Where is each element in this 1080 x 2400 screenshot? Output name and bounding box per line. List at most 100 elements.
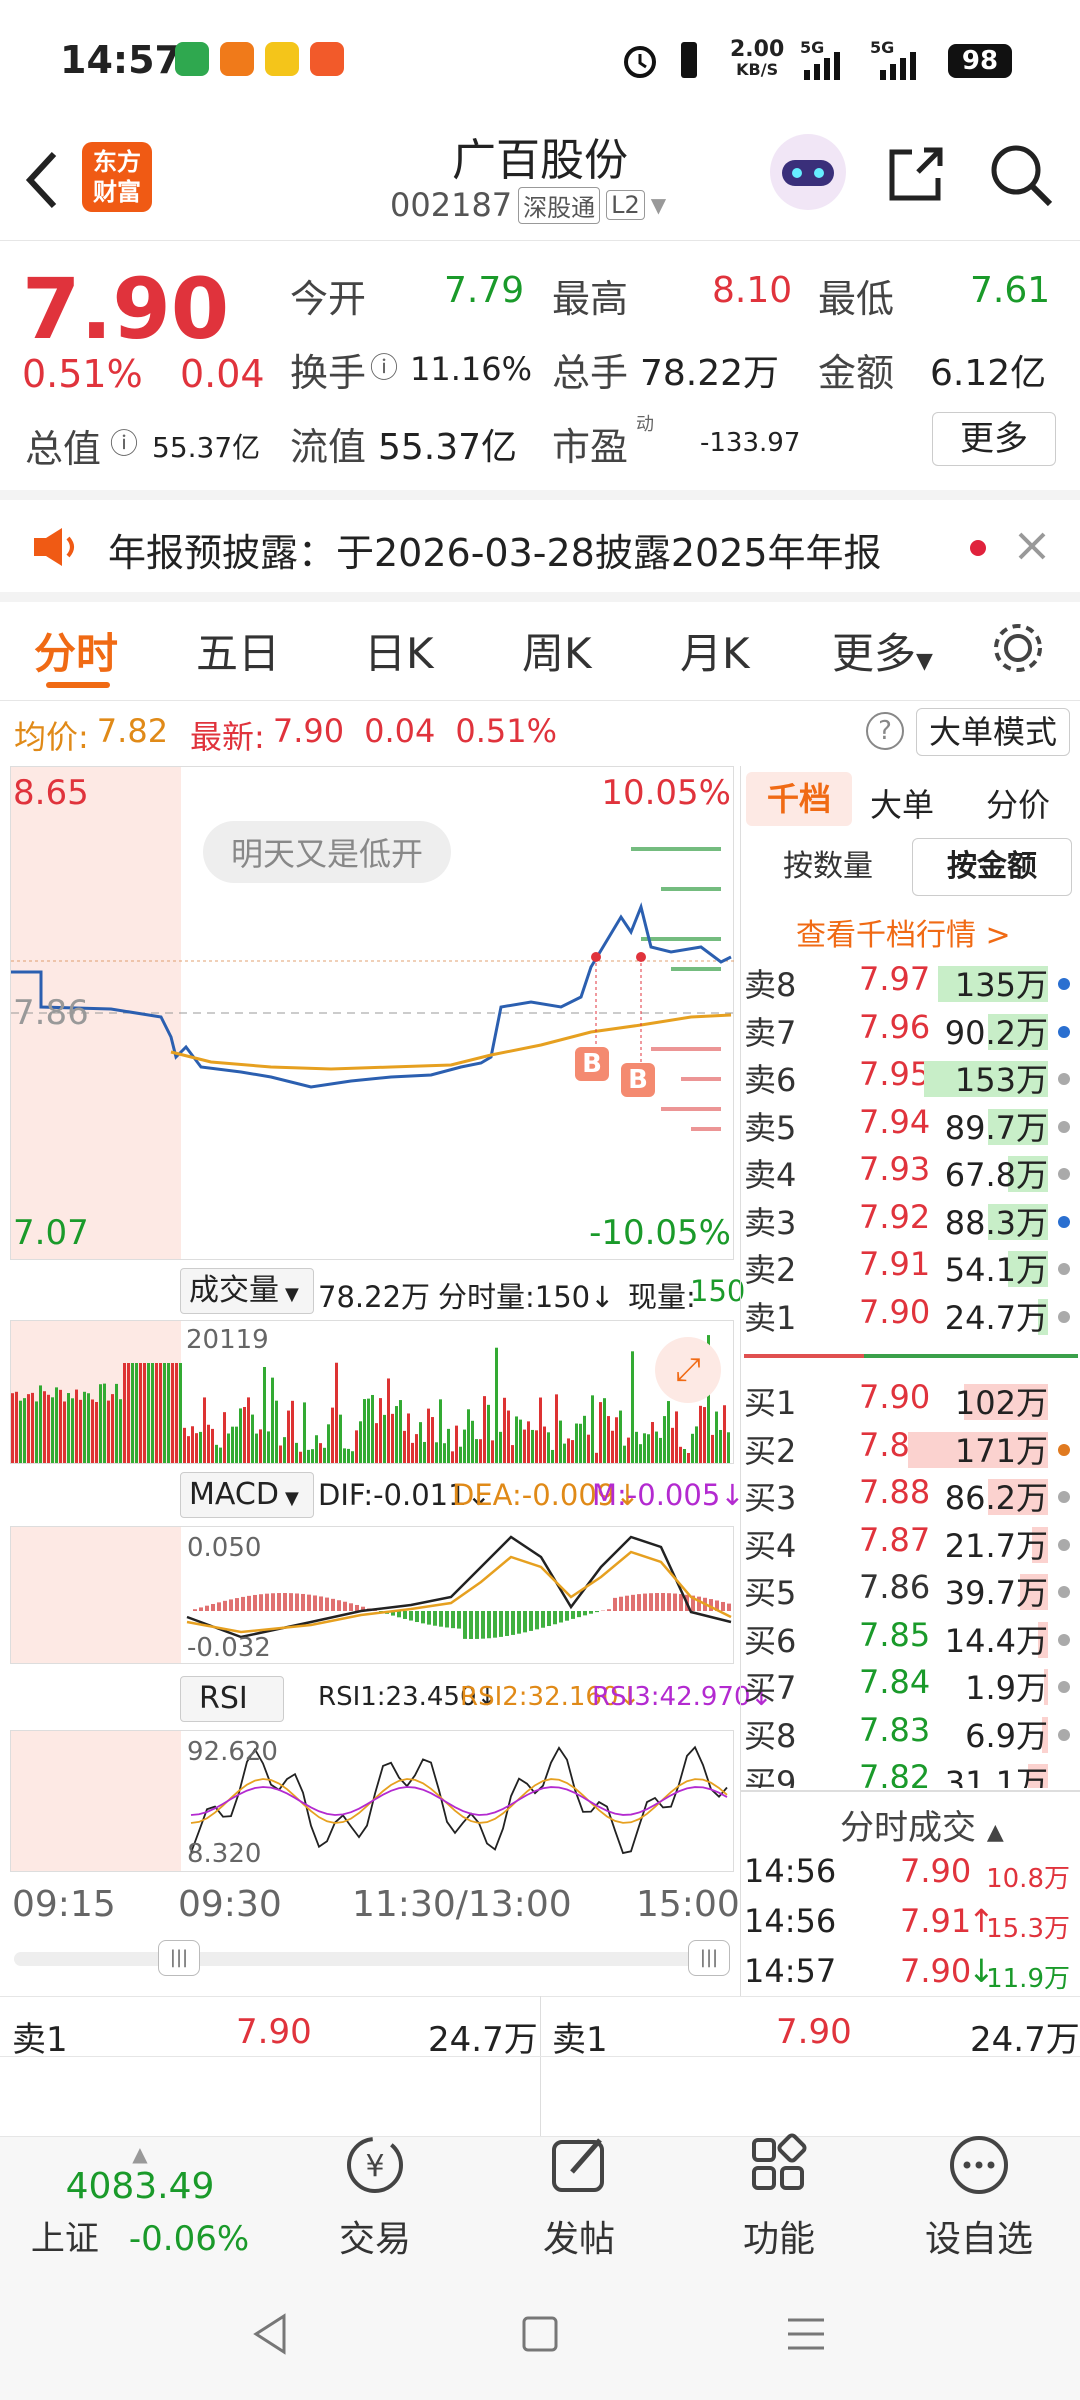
trade-volume: 15.3万 [986, 1914, 1070, 1944]
bid-volume: 1.9万 [965, 1669, 1048, 1707]
ask-row[interactable]: 卖7 7.96 90.2万 [744, 1008, 1078, 1056]
view-depth-link[interactable]: 查看千档行情 > [796, 910, 1011, 954]
ask-row[interactable]: 卖4 7.93 67.8万 [744, 1150, 1078, 1198]
bid-dot [1058, 1538, 1070, 1551]
bid-row[interactable]: 买3 7.88 86.2万 [744, 1473, 1078, 1521]
tab-daily[interactable]: 日K [364, 620, 434, 681]
indicator-selector-rsi[interactable]: RSI [180, 1676, 284, 1722]
index-ticker[interactable]: ▲ 4083.49 上证 -0.06% [0, 2142, 280, 2260]
bid-row[interactable]: 买4 7.87 21.7万 [744, 1521, 1078, 1569]
volume-chart[interactable]: 20119 ⤢ [10, 1320, 734, 1464]
system-back-icon[interactable] [250, 2312, 290, 2356]
bid-row[interactable]: 买5 7.86 39.7万 [744, 1568, 1078, 1616]
ask-price: 7.95 [859, 1055, 931, 1093]
macd-chart[interactable]: 0.050 -0.032 [10, 1526, 734, 1664]
bottom-ask-vol-right: 24.7万 [970, 2020, 1080, 2060]
share-icon[interactable] [884, 142, 948, 206]
ask-row[interactable]: 卖1 7.90 24.7万 [744, 1293, 1078, 1341]
buy-marker[interactable]: B [621, 1063, 655, 1097]
system-menu-icon[interactable] [784, 2314, 828, 2354]
nav-functions[interactable]: 功能 [694, 2130, 864, 2262]
side-tab-depth[interactable]: 千档 [746, 772, 852, 826]
bid-volume: 39.7万 [944, 1574, 1048, 1612]
bid-label: 买6 [744, 1621, 797, 1660]
close-icon[interactable] [1016, 530, 1048, 562]
selector-label: 成交量 [189, 1273, 279, 1308]
help-icon[interactable]: ? [866, 712, 904, 750]
mktcap-label: 总值 [25, 427, 102, 471]
ask-dot [1058, 1073, 1070, 1085]
bid-volume: 102万 [954, 1384, 1048, 1422]
rsi-chart[interactable]: 92.620 8.320 [10, 1730, 734, 1872]
bid-row[interactable]: 买7 7.84 1.9万 [744, 1663, 1078, 1711]
tab-five-day[interactable]: 五日 [196, 620, 280, 681]
indicator-selector-macd[interactable]: MACD ▼ [180, 1472, 314, 1518]
macd-m: M:-0.005↓ [592, 1478, 745, 1512]
range-slider-track[interactable] [14, 1952, 730, 1966]
bid-price: 7.86 [859, 1568, 931, 1606]
nav-watchlist[interactable]: 设自选 [894, 2130, 1064, 2262]
ask-row[interactable]: 卖3 7.92 88.3万 [744, 1198, 1078, 1246]
ask-row[interactable]: 卖2 7.91 54.1万 [744, 1245, 1078, 1293]
stock-subtitle: 002187 深股通 L2 ▼ [390, 186, 666, 224]
bid-label: 买7 [744, 1669, 797, 1707]
tip-bubble[interactable]: 明天又是低开 [203, 821, 452, 883]
ask-dot [1058, 1120, 1070, 1133]
trade-row: 14:57 7.90 ↓ 11.9万 [744, 1952, 1078, 2000]
signal-icon-1 [804, 52, 840, 80]
info-icon[interactable]: ⓘ [110, 422, 138, 462]
expand-icon[interactable]: ⤢ [655, 1337, 721, 1403]
bid-volume: 31.1万 [944, 1764, 1048, 1788]
nav-trade[interactable]: ¥ 交易 [290, 2130, 460, 2262]
bid-row[interactable]: 买2 7.89 171万 [744, 1426, 1078, 1474]
bid-row[interactable]: 买9 7.82 31.1万 [744, 1758, 1078, 1788]
volume-value: 78.22万 [640, 353, 780, 394]
robot-assistant-icon[interactable] [770, 134, 846, 210]
ask-label: 卖1 [744, 1298, 797, 1337]
rsi-max-label: 92.620 [187, 1737, 278, 1767]
chart-mid-price: 7.86 [13, 993, 89, 1033]
trade-volume: 11.9万 [986, 1964, 1070, 1994]
turnover-info-icon[interactable]: ⓘ [370, 346, 398, 386]
bottom-ask-price-left: 7.90 [236, 2012, 312, 2052]
chart-bottom-price: 7.07 [13, 1213, 89, 1253]
range-slider-left-handle[interactable]: ||| [158, 1940, 200, 1976]
tab-monthly[interactable]: 月K [680, 620, 750, 681]
notice-bar[interactable]: 年报预披露：于2026-03-28披露2025年年报 [0, 500, 1080, 592]
gear-icon[interactable] [990, 620, 1046, 676]
ask-volume: 153万 [954, 1061, 1048, 1099]
range-slider-right-handle[interactable]: ||| [688, 1940, 730, 1976]
ask-row[interactable]: 卖5 7.94 89.7万 [744, 1103, 1078, 1151]
stock-code: 002187 [390, 186, 513, 224]
trades-title[interactable]: 分时成交 ▲ [840, 1800, 1004, 1849]
more-button[interactable]: 更多 [932, 412, 1056, 466]
avg-value: 7.82 [96, 712, 169, 750]
bid-price: 7.84 [859, 1663, 931, 1701]
tab-more[interactable]: 更多▼ [832, 620, 933, 681]
notice-text: 年报预披露：于2026-03-28披露2025年年报 [108, 531, 882, 575]
bid-row[interactable]: 买1 7.90 102万 [744, 1378, 1078, 1426]
system-home-icon[interactable] [520, 2314, 560, 2354]
time-label-open: 09:15 [12, 1884, 116, 1925]
by-quantity-button[interactable]: 按数量 [746, 842, 910, 892]
ask-price: 7.96 [859, 1007, 931, 1046]
tab-intraday[interactable]: 分时 [34, 620, 118, 681]
intraday-chart[interactable]: 8.65 10.05% 7.86 7.07 -10.05% 明天又是低开 B B [10, 766, 735, 1260]
indicator-selector-volume[interactable]: 成交量 ▼ [180, 1268, 314, 1314]
search-icon[interactable] [988, 142, 1054, 208]
ask-row[interactable]: 卖6 7.95 153万 [744, 1055, 1078, 1103]
side-tab-big-orders[interactable]: 大单 [870, 780, 934, 826]
bid-row[interactable]: 买6 7.85 14.4万 [744, 1616, 1078, 1664]
buy-marker[interactable]: B [575, 1047, 609, 1081]
ask-row[interactable]: 卖8 7.97 135万 [744, 960, 1078, 1008]
trade-time: 14:56 [744, 1902, 837, 1940]
by-amount-button[interactable]: 按金额 [912, 838, 1072, 896]
nav-post[interactable]: 发帖 [494, 2130, 664, 2262]
bid-price: 7.85 [859, 1615, 931, 1654]
big-order-mode-button[interactable]: 大单模式 [916, 708, 1070, 756]
side-tab-price-dist[interactable]: 分价 [986, 780, 1050, 826]
tab-weekly[interactable]: 周K [522, 620, 592, 681]
caret-down-icon[interactable]: ▼ [651, 193, 666, 217]
bid-row[interactable]: 买8 7.83 6.9万 [744, 1711, 1078, 1759]
ask-label: 卖2 [744, 1251, 797, 1289]
